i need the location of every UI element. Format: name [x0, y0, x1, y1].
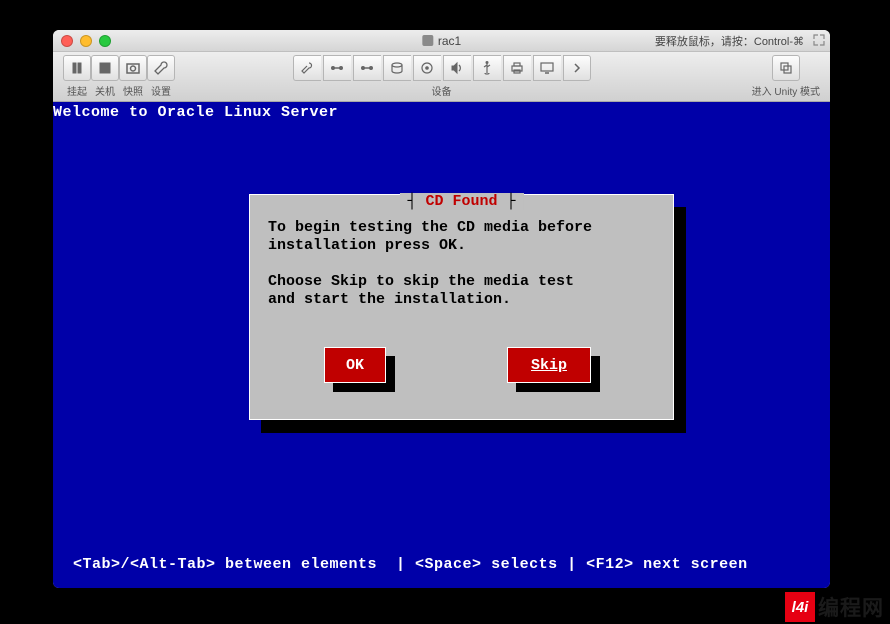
poweroff-col: 关机: [91, 55, 119, 98]
unity-col: 进入 Unity 模式: [752, 55, 820, 98]
printer-icon: [510, 61, 524, 75]
device-cd-button[interactable]: [413, 55, 441, 81]
settings-button[interactable]: [147, 55, 175, 81]
zoom-button[interactable]: [99, 35, 111, 47]
pause-icon: [70, 61, 84, 75]
device-more-button[interactable]: [563, 55, 591, 81]
suspend-col: 挂起: [63, 55, 91, 98]
settings-col: 设置: [147, 55, 175, 98]
window-title: rac1: [422, 34, 461, 48]
unity-button[interactable]: [772, 55, 800, 81]
device-network1-button[interactable]: [323, 55, 351, 81]
device-network2-button[interactable]: [353, 55, 381, 81]
app-icon: [422, 35, 433, 46]
mouse-release-hint: 要释放鼠标，请按：Control-⌘: [655, 33, 804, 49]
titlebar: rac1 要释放鼠标，请按：Control-⌘: [53, 30, 830, 52]
toolbar: 挂起 关机 快照 设置: [53, 52, 830, 102]
vm-window: rac1 要释放鼠标，请按：Control-⌘ 挂起 关机 快照 设置: [53, 30, 830, 588]
speaker-icon: [450, 61, 464, 75]
cd-icon: [420, 61, 434, 75]
settings-label: 设置: [151, 83, 171, 98]
wrench-icon: [154, 61, 168, 75]
skip-button[interactable]: Skip: [507, 347, 591, 383]
device-tools-button[interactable]: [293, 55, 321, 81]
devices-label: 设备: [432, 83, 452, 98]
wrench-small-icon: [300, 61, 314, 75]
title-text: rac1: [438, 34, 461, 48]
dialog-body: To begin testing the CD media before ins…: [268, 219, 592, 309]
traffic-lights: [61, 35, 111, 47]
suspend-button[interactable]: [63, 55, 91, 81]
fullscreen-icon[interactable]: [813, 34, 825, 46]
snapshot-col: 快照: [119, 55, 147, 98]
devices-group: 设备: [293, 55, 591, 98]
dialog-title: ┤ CD Found ├: [399, 193, 523, 210]
vm-console[interactable]: Welcome to Oracle Linux Server ┤ CD Foun…: [53, 102, 830, 588]
minimize-button[interactable]: [80, 35, 92, 47]
ok-button[interactable]: OK: [324, 347, 386, 383]
poweroff-button[interactable]: [91, 55, 119, 81]
stop-icon: [98, 61, 112, 75]
snapshot-button[interactable]: [119, 55, 147, 81]
device-display-button[interactable]: [533, 55, 561, 81]
display-icon: [540, 61, 554, 75]
watermark-text: 编程网: [818, 592, 884, 622]
snapshot-icon: [126, 61, 140, 75]
close-button[interactable]: [61, 35, 73, 47]
chevron-right-icon: [570, 61, 584, 75]
device-usb-button[interactable]: [473, 55, 501, 81]
suspend-label: 挂起: [67, 83, 87, 98]
device-sound-button[interactable]: [443, 55, 471, 81]
network-icon: [360, 61, 374, 75]
poweroff-label: 关机: [95, 83, 115, 98]
device-printer-button[interactable]: [503, 55, 531, 81]
keyboard-hint: <Tab>/<Alt-Tab> between elements | <Spac…: [73, 556, 748, 573]
snapshot-label: 快照: [123, 83, 143, 98]
cd-found-dialog: ┤ CD Found ├ To begin testing the CD med…: [249, 194, 674, 420]
watermark: l4i 编程网: [785, 592, 884, 622]
device-hdd-button[interactable]: [383, 55, 411, 81]
watermark-badge: l4i: [785, 592, 815, 622]
network-icon: [330, 61, 344, 75]
hdd-icon: [390, 61, 404, 75]
unity-label: 进入 Unity 模式: [752, 83, 820, 98]
unity-icon: [779, 61, 793, 75]
welcome-text: Welcome to Oracle Linux Server: [53, 104, 338, 121]
usb-icon: [480, 61, 494, 75]
